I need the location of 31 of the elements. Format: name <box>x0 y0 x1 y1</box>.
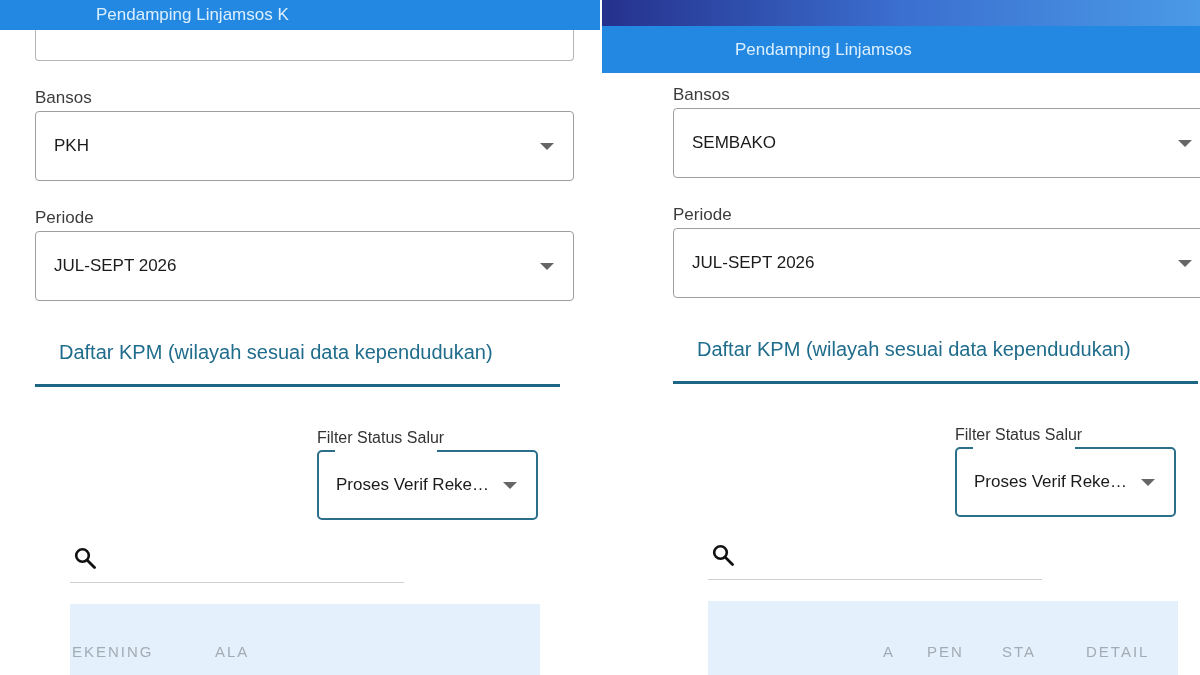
app-title: Pendamping Linjamsos K <box>96 5 289 25</box>
dropdown-field[interactable]: JUL-SEPT 2026 <box>673 228 1200 298</box>
caret-icon <box>1178 139 1192 147</box>
dropdown-field[interactable]: Proses Verif Reke… <box>317 450 538 520</box>
search-icon <box>712 543 734 566</box>
tab[interactable]: Daftar KPM (wilayah sesuai data kependudukan) <box>673 323 1198 384</box>
caret-icon <box>540 142 554 150</box>
field-label: Filter Status Salur <box>955 425 1083 444</box>
caret-icon <box>503 481 517 489</box>
field-label: Bansos <box>35 88 92 108</box>
column-header: DETAIL <box>1086 643 1151 661</box>
dropdown-field[interactable]: JUL-SEPT 2026 <box>35 231 574 301</box>
column-header: A <box>883 643 896 661</box>
column-header: STA <box>1002 643 1038 661</box>
caret-icon <box>1178 259 1192 267</box>
field-label: Periode <box>673 205 732 225</box>
column-header: EKENING <box>72 643 155 661</box>
dropdown-field[interactable]: SEMBAKO <box>673 108 1200 178</box>
app-title: Pendamping Linjamsos <box>735 39 912 60</box>
tab[interactable]: Daftar KPM (wilayah sesuai data kependudukan) <box>35 326 560 387</box>
dropdown-field[interactable]: Proses Verif Reke… <box>955 447 1176 517</box>
column-header: PEN <box>927 643 965 661</box>
field-label: Periode <box>35 208 94 228</box>
dropdown-field[interactable]: PKH <box>35 111 574 181</box>
field-label: Filter Status Salur <box>317 428 445 447</box>
column-header: ALA <box>215 643 251 661</box>
field-label: Bansos <box>673 85 730 105</box>
caret-icon <box>1141 478 1155 486</box>
dropdown-field[interactable] <box>35 30 574 61</box>
search-icon <box>74 546 96 569</box>
caret-icon <box>540 262 554 270</box>
